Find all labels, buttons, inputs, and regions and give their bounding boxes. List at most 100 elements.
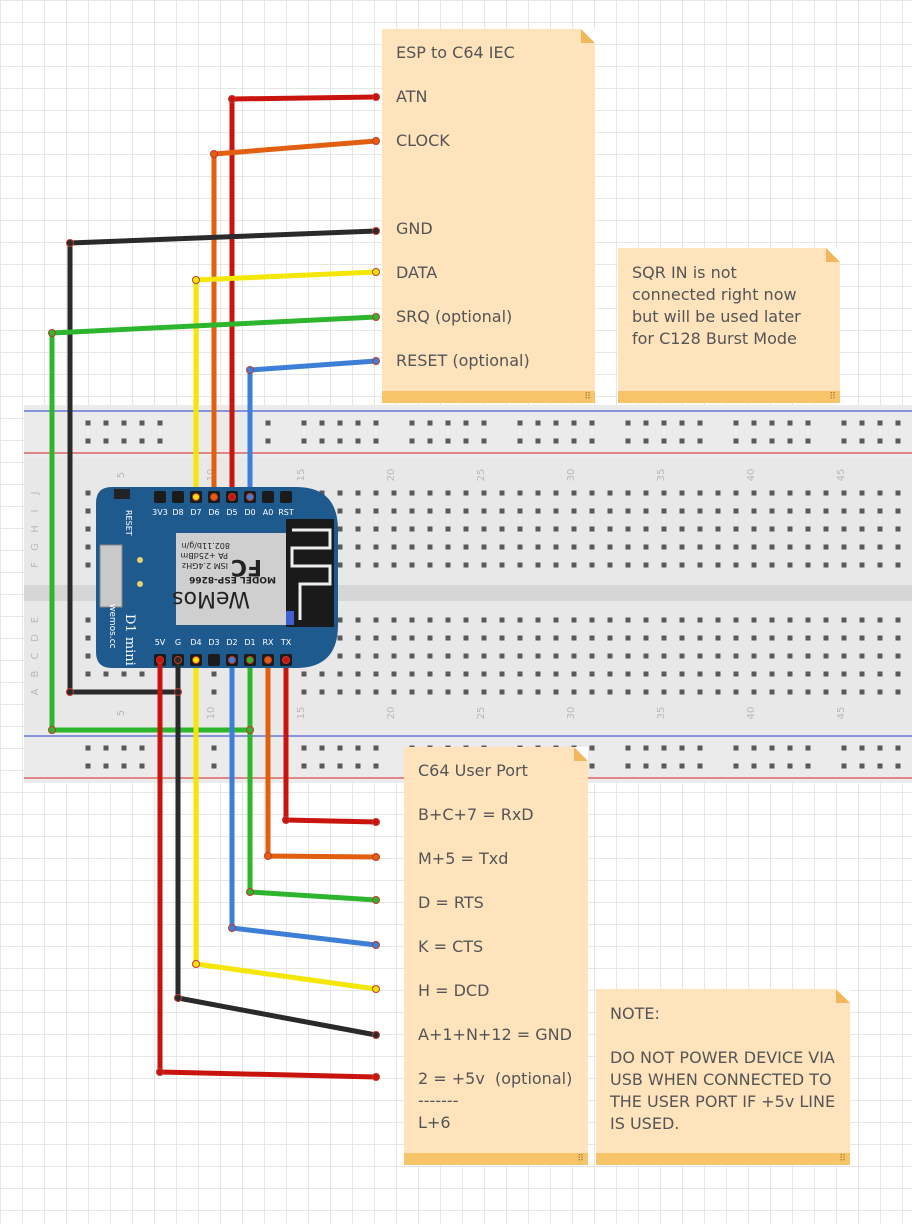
hole xyxy=(85,671,91,677)
hole xyxy=(823,689,829,695)
hole xyxy=(391,562,397,568)
wire-endpoint xyxy=(48,329,56,337)
wire-endpoint xyxy=(48,726,56,734)
hole xyxy=(823,653,829,659)
hole xyxy=(409,508,415,514)
hole xyxy=(625,508,631,514)
hole xyxy=(553,635,559,641)
hole xyxy=(589,653,595,659)
hole xyxy=(391,617,397,623)
hole xyxy=(877,526,883,532)
resize-grip-icon[interactable]: ⠿ xyxy=(829,392,836,402)
hole xyxy=(643,490,649,496)
resize-grip-icon[interactable]: ⠿ xyxy=(584,392,591,402)
hole xyxy=(121,671,127,677)
wire-endpoint xyxy=(372,313,380,321)
reset-label: RESET xyxy=(124,510,133,536)
rail-hole xyxy=(265,438,271,444)
hole xyxy=(571,490,577,496)
hole xyxy=(643,671,649,677)
hole xyxy=(337,490,343,496)
hole xyxy=(607,508,613,514)
hole xyxy=(481,653,487,659)
wire-endpoint xyxy=(174,994,182,1002)
rail-hole xyxy=(301,438,307,444)
hole xyxy=(769,617,775,623)
rail-hole xyxy=(661,420,667,426)
rail-hole xyxy=(571,420,577,426)
hole xyxy=(643,689,649,695)
hole xyxy=(499,635,505,641)
rail-hole xyxy=(337,763,343,769)
hole xyxy=(535,617,541,623)
hole xyxy=(715,653,721,659)
column-number: 30 xyxy=(566,469,577,482)
userport-note-line: L+6 xyxy=(418,1113,451,1132)
hole xyxy=(499,653,505,659)
userport-note-line: B+C+7 = RxD xyxy=(418,805,534,824)
hole xyxy=(661,671,667,677)
wire-endpoint xyxy=(264,852,272,860)
rail-hole xyxy=(427,438,433,444)
hole xyxy=(535,508,541,514)
hole xyxy=(841,635,847,641)
hole xyxy=(625,617,631,623)
resize-grip-icon[interactable]: ⠿ xyxy=(577,1154,584,1164)
column-number: 25 xyxy=(476,707,487,720)
hole xyxy=(661,526,667,532)
hole xyxy=(643,635,649,641)
hole xyxy=(661,635,667,641)
row-letter: C xyxy=(30,652,41,659)
rail-hole xyxy=(373,438,379,444)
hole xyxy=(445,490,451,496)
hole xyxy=(319,671,325,677)
hole xyxy=(607,562,613,568)
hole xyxy=(733,689,739,695)
antenna-area xyxy=(286,519,334,627)
hole xyxy=(427,689,433,695)
hole xyxy=(85,544,91,550)
rail-hole xyxy=(859,438,865,444)
rail-hole xyxy=(751,745,757,751)
hole xyxy=(427,526,433,532)
header-pin xyxy=(280,491,292,503)
resize-grip-icon[interactable]: ⠿ xyxy=(839,1154,846,1164)
wire-endpoint xyxy=(372,818,380,826)
board-name: D1 mini xyxy=(122,614,137,666)
rail-hole xyxy=(571,438,577,444)
hole xyxy=(625,526,631,532)
rail-hole xyxy=(355,763,361,769)
wire-endpoint xyxy=(228,493,236,501)
rail-hole xyxy=(553,438,559,444)
hole xyxy=(355,653,361,659)
rail-hole xyxy=(661,438,667,444)
pin-label: TX xyxy=(280,638,292,647)
hole xyxy=(571,562,577,568)
warning-note-line: USB WHEN CONNECTED TO xyxy=(610,1070,832,1089)
hole xyxy=(859,562,865,568)
hole xyxy=(733,508,739,514)
rail-hole xyxy=(643,438,649,444)
warning-note-line: IS USED. xyxy=(610,1114,680,1133)
hole xyxy=(319,689,325,695)
hole xyxy=(409,490,415,496)
rail-hole xyxy=(625,763,631,769)
hole xyxy=(877,490,883,496)
hole xyxy=(409,689,415,695)
hole xyxy=(787,544,793,550)
hole xyxy=(445,635,451,641)
hole xyxy=(823,508,829,514)
hole xyxy=(643,617,649,623)
wire-endpoint xyxy=(282,816,290,824)
hole xyxy=(589,526,595,532)
userport-note: C64 User Port B+C+7 = RxD M+5 = Txd D = … xyxy=(404,747,588,1165)
rail-hole xyxy=(319,763,325,769)
hole xyxy=(895,544,901,550)
hole xyxy=(427,653,433,659)
rail-hole xyxy=(625,438,631,444)
hole xyxy=(607,635,613,641)
rail-hole xyxy=(337,438,343,444)
rail-hole xyxy=(409,438,415,444)
hole xyxy=(679,544,685,550)
hole xyxy=(391,544,397,550)
